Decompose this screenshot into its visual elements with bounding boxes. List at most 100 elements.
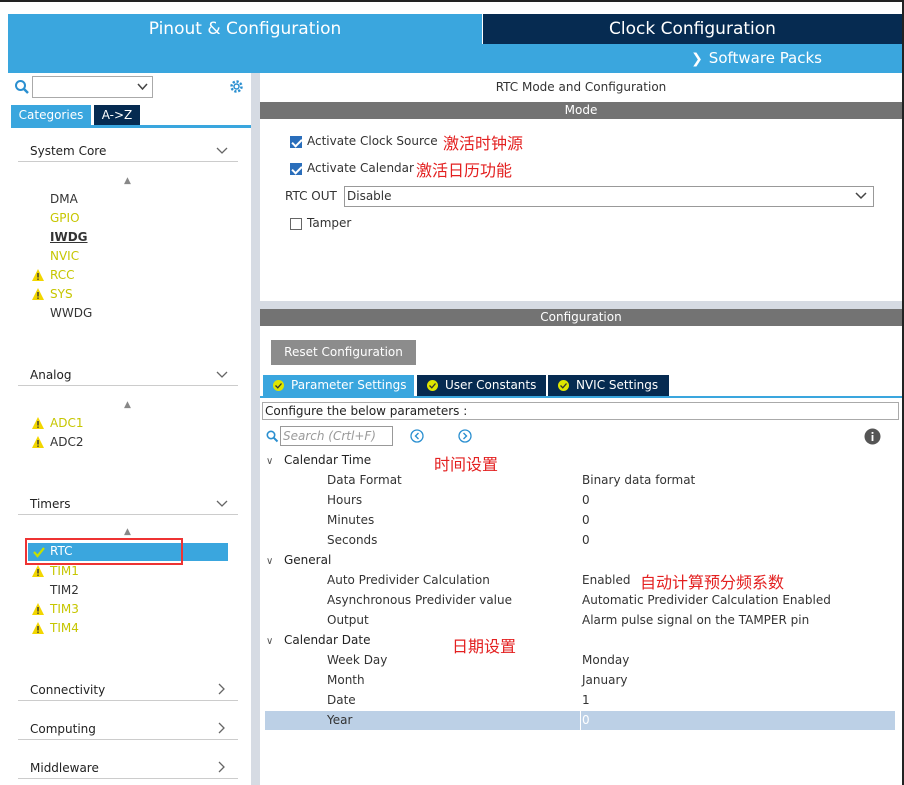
list-item-nvic[interactable]: NVIC bbox=[50, 247, 79, 265]
group-label: Calendar Time bbox=[284, 453, 372, 467]
section-connectivity[interactable]: Connectivity bbox=[18, 681, 238, 701]
tab-user-constants[interactable]: User Constants bbox=[417, 375, 546, 396]
param-name-auto-predivider: Auto Predivider Calculation bbox=[327, 573, 490, 587]
list-item-dma[interactable]: DMA bbox=[50, 190, 78, 208]
parameter-search-input[interactable]: Search (Crtl+F) bbox=[280, 426, 393, 446]
previous-icon[interactable] bbox=[410, 429, 424, 443]
param-name-minutes: Minutes bbox=[327, 513, 375, 527]
warning-icon bbox=[32, 269, 44, 281]
param-name-output: Output bbox=[327, 613, 369, 627]
annotation-calendar: 激活日历功能 bbox=[416, 161, 513, 180]
activate-calendar-checkbox[interactable] bbox=[290, 163, 302, 175]
param-name-year: Year bbox=[327, 713, 353, 727]
tab-clock-configuration[interactable]: Clock Configuration bbox=[483, 14, 902, 44]
list-item-sys[interactable]: SYS bbox=[32, 285, 73, 303]
section-system-core[interactable]: System Core bbox=[18, 142, 238, 162]
warning-icon bbox=[32, 565, 44, 577]
tab-parameter-settings[interactable]: Parameter Settings bbox=[263, 375, 414, 396]
software-packs-menu[interactable]: ❯ Software Packs bbox=[691, 49, 822, 67]
group-label: Calendar Date bbox=[284, 633, 371, 647]
param-name-async-predivider: Asynchronous Predivider value bbox=[327, 593, 512, 607]
param-value-async-predivider[interactable]: Automatic Predivider Calculation Enabled bbox=[582, 593, 831, 607]
activate-clock-label: Activate Clock Source bbox=[307, 134, 438, 148]
list-item-gpio[interactable]: GPIO bbox=[50, 209, 80, 227]
list-item-adc1[interactable]: ADC1 bbox=[32, 414, 84, 432]
search-icon[interactable] bbox=[14, 79, 30, 95]
tab-nvic-settings[interactable]: NVIC Settings bbox=[548, 375, 669, 396]
chevron-down-icon: ❯ bbox=[691, 51, 703, 67]
group-calendar-date[interactable]: ∨ Calendar Date bbox=[266, 633, 370, 647]
section-timers[interactable]: Timers bbox=[18, 495, 238, 515]
chevron-down-icon: ∨ bbox=[266, 636, 274, 647]
param-value-data-format[interactable]: Binary data format bbox=[582, 473, 695, 487]
list-item-iwdg[interactable]: IWDG bbox=[50, 228, 88, 246]
activate-clock-checkbox[interactable] bbox=[290, 136, 302, 148]
list-item-label: SYS bbox=[50, 287, 73, 301]
rtc-out-value: Disable bbox=[347, 189, 392, 203]
window-border-top bbox=[0, 0, 904, 2]
param-value-month[interactable]: January bbox=[582, 673, 628, 687]
next-icon[interactable] bbox=[458, 429, 472, 443]
chevron-right-icon bbox=[218, 761, 225, 773]
param-value-auto-predivider[interactable]: Enabled bbox=[582, 573, 631, 587]
warning-icon bbox=[32, 436, 44, 448]
table-row-selected[interactable] bbox=[265, 711, 895, 730]
param-value-week-day[interactable]: Monday bbox=[582, 653, 629, 667]
list-item-tim2[interactable]: TIM2 bbox=[50, 581, 79, 599]
tab-label: NVIC Settings bbox=[576, 378, 659, 392]
column-separator bbox=[580, 711, 581, 730]
scroll-up-icon[interactable]: ▲ bbox=[124, 176, 131, 186]
section-computing[interactable]: Computing bbox=[18, 720, 238, 740]
list-item-label: ADC1 bbox=[50, 416, 84, 430]
search-combo[interactable] bbox=[32, 76, 153, 98]
param-value-output[interactable]: Alarm pulse signal on the TAMPER pin bbox=[582, 613, 809, 627]
param-value-seconds[interactable]: 0 bbox=[582, 533, 590, 547]
info-icon[interactable] bbox=[864, 428, 881, 445]
warning-icon bbox=[32, 417, 44, 429]
tab-a-to-z[interactable]: A->Z bbox=[94, 105, 140, 125]
tab-categories[interactable]: Categories bbox=[11, 105, 91, 125]
section-label: Timers bbox=[30, 497, 71, 511]
tab-label: User Constants bbox=[445, 378, 537, 392]
list-item-label: ADC2 bbox=[50, 435, 84, 449]
section-analog[interactable]: Analog bbox=[18, 366, 238, 386]
list-item-tim1[interactable]: TIM1 bbox=[32, 562, 79, 580]
list-item-wwdg[interactable]: WWDG bbox=[50, 304, 92, 322]
panel-title: RTC Mode and Configuration bbox=[495, 80, 667, 94]
param-value-minutes[interactable]: 0 bbox=[582, 513, 590, 527]
chevron-down-icon: ∨ bbox=[266, 456, 274, 467]
group-general[interactable]: ∨ General bbox=[266, 553, 331, 567]
group-calendar-time[interactable]: ∨ Calendar Time bbox=[266, 453, 371, 467]
check-circle-icon bbox=[427, 380, 438, 391]
section-label: Middleware bbox=[30, 761, 99, 775]
gear-icon[interactable] bbox=[228, 78, 245, 95]
list-item-adc2[interactable]: ADC2 bbox=[32, 433, 84, 451]
rtc-config-panel: RTC Mode and Configuration Mode Activate… bbox=[260, 73, 902, 785]
param-name-data-format: Data Format bbox=[327, 473, 402, 487]
list-item-tim3[interactable]: TIM3 bbox=[32, 600, 79, 618]
section-middleware[interactable]: Middleware bbox=[18, 759, 238, 779]
scroll-up-icon[interactable]: ▲ bbox=[124, 527, 131, 537]
search-icon bbox=[266, 430, 279, 443]
reset-configuration-button[interactable]: Reset Configuration bbox=[271, 340, 416, 365]
param-value-hours[interactable]: 0 bbox=[582, 493, 590, 507]
param-value-year[interactable]: 0 bbox=[582, 713, 590, 727]
tab-pinout-configuration[interactable]: Pinout & Configuration bbox=[8, 14, 482, 44]
mode-header: Mode bbox=[260, 102, 902, 119]
param-name-seconds: Seconds bbox=[327, 533, 378, 547]
chevron-down-icon: ∨ bbox=[266, 556, 274, 567]
rtc-out-label: RTC OUT bbox=[285, 189, 337, 203]
highlight-box bbox=[25, 538, 183, 565]
panel-splitter-horizontal[interactable] bbox=[260, 301, 902, 309]
chevron-down-icon bbox=[216, 147, 228, 154]
check-circle-icon bbox=[558, 380, 569, 391]
list-item-tim4[interactable]: TIM4 bbox=[32, 619, 79, 637]
warning-icon bbox=[32, 288, 44, 300]
panel-splitter[interactable] bbox=[251, 73, 260, 785]
rtc-out-select[interactable]: Disable bbox=[344, 186, 874, 207]
list-item-rcc[interactable]: RCC bbox=[32, 266, 75, 284]
warning-icon bbox=[32, 603, 44, 615]
scroll-up-icon[interactable]: ▲ bbox=[124, 400, 131, 410]
param-value-date[interactable]: 1 bbox=[582, 693, 590, 707]
tamper-checkbox[interactable] bbox=[290, 218, 302, 230]
